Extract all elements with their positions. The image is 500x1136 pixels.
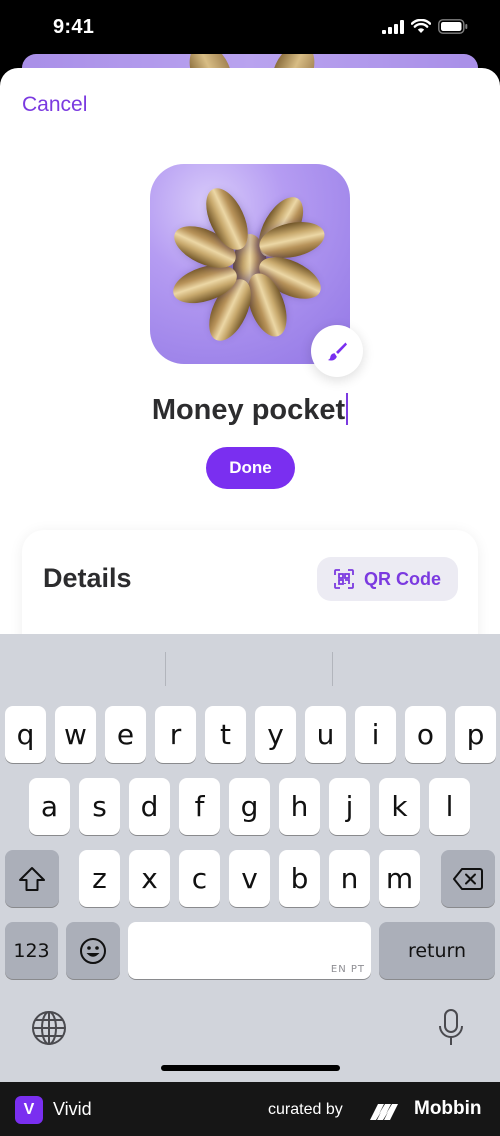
details-title: Details (43, 563, 132, 593)
edit-pocket-sheet: Cancel Money pocket Done Details QR Code (0, 68, 500, 690)
signal-icon (382, 19, 404, 34)
text-cursor (346, 393, 349, 425)
cancel-button[interactable]: Cancel (22, 93, 87, 117)
key-c[interactable]: c (179, 850, 220, 907)
suggestion-divider (332, 652, 333, 686)
key-i[interactable]: i (355, 706, 396, 763)
key-z[interactable]: z (79, 850, 120, 907)
language-hint: EN PT (330, 964, 365, 975)
status-icons (382, 19, 468, 34)
key-v[interactable]: v (229, 850, 270, 907)
edit-image-button[interactable] (311, 325, 363, 377)
emoji-icon (80, 937, 106, 964)
key-e[interactable]: e (105, 706, 146, 763)
home-indicator (161, 1065, 340, 1071)
key-s[interactable]: s (79, 778, 120, 835)
curated-by-label: curated by (268, 1101, 343, 1118)
backspace-icon (453, 867, 483, 890)
keyboard: q w e r t y u i o p a s d f g h j k l z … (0, 634, 500, 1082)
key-g[interactable]: g (229, 778, 270, 835)
qr-code-label: QR Code (363, 568, 441, 589)
key-b[interactable]: b (279, 850, 320, 907)
key-r[interactable]: r (155, 706, 196, 763)
emoji-key[interactable] (66, 922, 120, 979)
key-q[interactable]: q (5, 706, 46, 763)
globe-icon[interactable] (31, 1010, 67, 1046)
key-x[interactable]: x (129, 850, 170, 907)
footer-bar: V Vivid curated by Mobbin (0, 1082, 500, 1136)
status-time: 9:41 (53, 16, 95, 38)
status-bar: 9:41 (0, 0, 500, 56)
key-u[interactable]: u (305, 706, 346, 763)
shift-key[interactable] (5, 850, 59, 907)
suggestion-divider (165, 652, 166, 686)
wifi-icon (411, 19, 431, 33)
battery-icon (438, 19, 468, 34)
mobbin-logo-icon (370, 1104, 398, 1120)
qr-scan-icon (334, 569, 354, 589)
vivid-logo: V (15, 1096, 43, 1124)
key-j[interactable]: j (329, 778, 370, 835)
key-a[interactable]: a (29, 778, 70, 835)
done-button[interactable]: Done (206, 447, 295, 489)
key-k[interactable]: k (379, 778, 420, 835)
return-key[interactable]: return (379, 922, 495, 979)
numbers-key[interactable]: 123 (5, 922, 58, 979)
space-key[interactable]: EN PT (128, 922, 371, 979)
key-m[interactable]: m (379, 850, 420, 907)
microphone-icon[interactable] (438, 1008, 464, 1048)
key-n[interactable]: n (329, 850, 370, 907)
key-w[interactable]: w (55, 706, 96, 763)
pocket-name-input[interactable]: Money pocket (0, 393, 500, 427)
key-p[interactable]: p (455, 706, 496, 763)
qr-code-button[interactable]: QR Code (317, 557, 458, 601)
pocket-name-text: Money pocket (151, 394, 346, 426)
key-h[interactable]: h (279, 778, 320, 835)
backspace-key[interactable] (441, 850, 495, 907)
key-l[interactable]: l (429, 778, 470, 835)
key-f[interactable]: f (179, 778, 220, 835)
key-o[interactable]: o (405, 706, 446, 763)
key-y[interactable]: y (255, 706, 296, 763)
shift-icon (19, 866, 45, 891)
paintbrush-icon (327, 342, 347, 361)
key-d[interactable]: d (129, 778, 170, 835)
app-name: Vivid (53, 1099, 92, 1119)
mobbin-brand: Mobbin (414, 1098, 482, 1119)
key-t[interactable]: t (205, 706, 246, 763)
